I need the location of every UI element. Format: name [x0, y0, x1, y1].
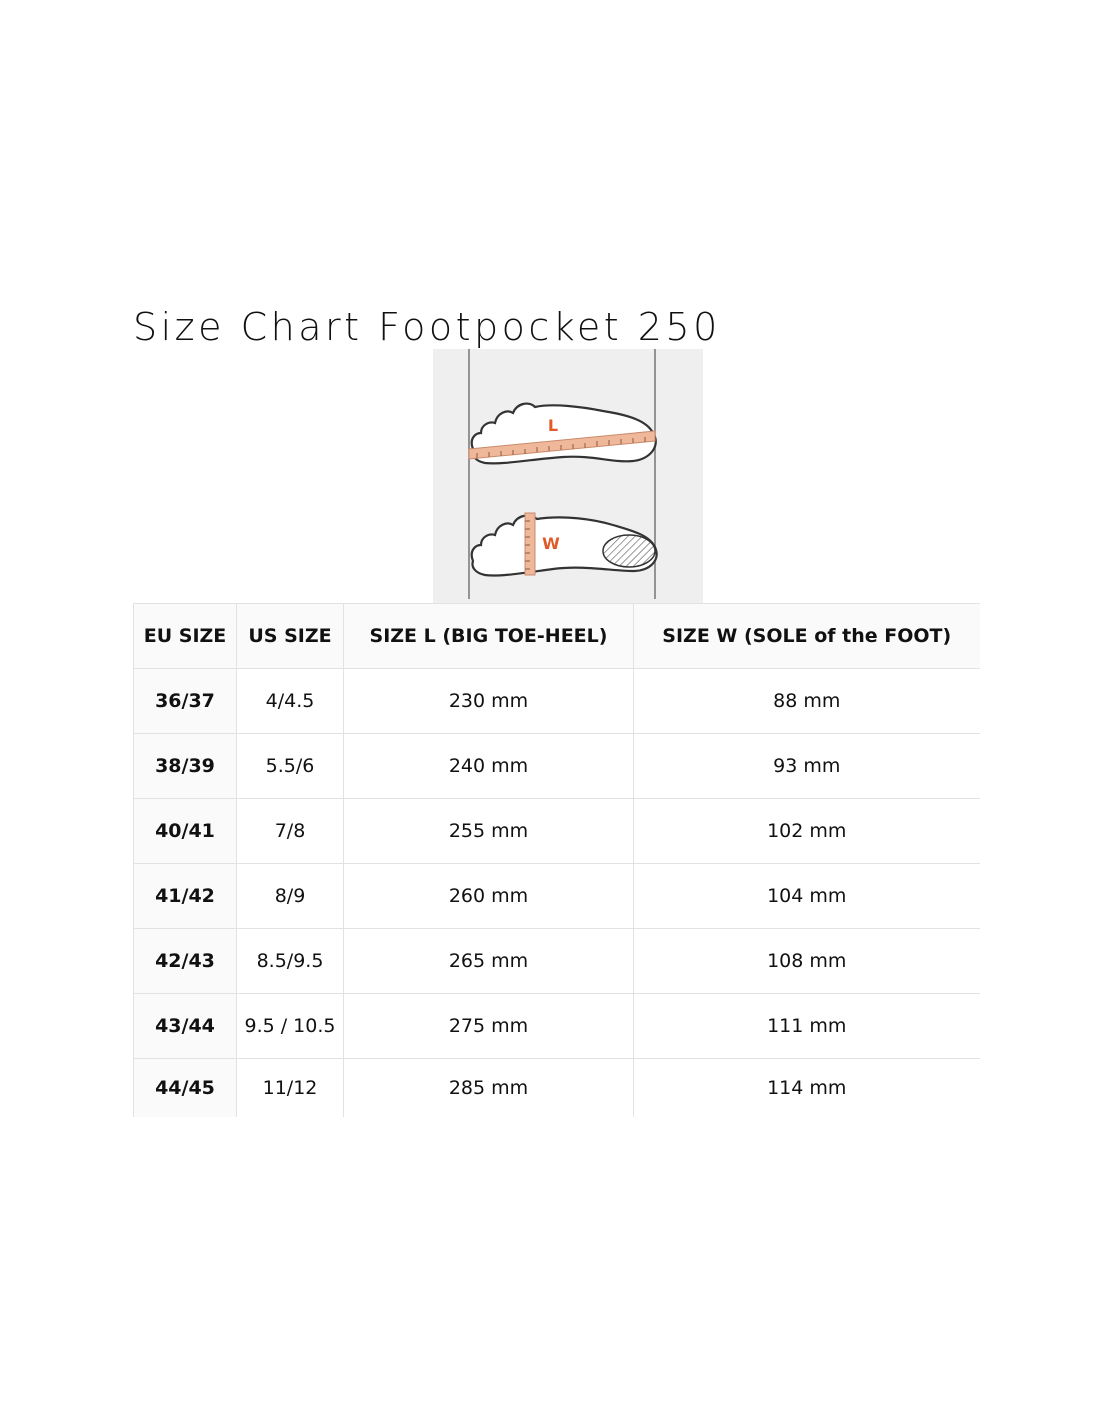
table-header-row: EU SIZE US SIZE SIZE L (BIG TOE-HEEL) SI…	[133, 603, 980, 669]
table-row: 43/44 9.5 / 10.5 275 mm 111 mm	[133, 993, 980, 1059]
size-l-cell: 265 mm	[343, 928, 634, 994]
size-l-cell: 255 mm	[343, 798, 634, 864]
eu-size-cell: 44/45	[133, 1058, 237, 1117]
us-size-cell: 5.5/6	[236, 733, 344, 799]
eu-size-cell: 42/43	[133, 928, 237, 994]
us-size-cell: 7/8	[236, 798, 344, 864]
page-title: Size Chart Footpocket 250	[133, 305, 721, 349]
header-us-size: US SIZE	[236, 603, 344, 669]
size-w-cell: 102 mm	[633, 798, 980, 864]
size-w-cell: 93 mm	[633, 733, 980, 799]
size-w-cell: 104 mm	[633, 863, 980, 929]
size-l-cell: 230 mm	[343, 668, 634, 734]
size-w-cell: 88 mm	[633, 668, 980, 734]
width-ruler	[524, 512, 536, 576]
width-label: W	[542, 534, 560, 553]
table-row: 40/41 7/8 255 mm 102 mm	[133, 798, 980, 864]
table-row: 38/39 5.5/6 240 mm 93 mm	[133, 733, 980, 799]
table-row: 42/43 8.5/9.5 265 mm 108 mm	[133, 928, 980, 994]
size-w-cell: 108 mm	[633, 928, 980, 994]
table-row: 36/37 4/4.5 230 mm 88 mm	[133, 668, 980, 734]
size-l-cell: 285 mm	[343, 1058, 634, 1117]
size-chart-table: EU SIZE US SIZE SIZE L (BIG TOE-HEEL) SI…	[133, 603, 980, 1117]
header-size-l: SIZE L (BIG TOE-HEEL)	[343, 603, 634, 669]
size-l-cell: 260 mm	[343, 863, 634, 929]
heel-hatch-area	[602, 534, 656, 568]
eu-size-cell: 36/37	[133, 668, 237, 734]
us-size-cell: 4/4.5	[236, 668, 344, 734]
foot-length-outline: L	[468, 402, 657, 465]
foot-measurement-illustration: L W	[468, 349, 658, 599]
eu-size-cell: 43/44	[133, 993, 237, 1059]
foot-measurement-diagram: L W	[433, 349, 703, 603]
us-size-cell: 8/9	[236, 863, 344, 929]
length-label: L	[548, 416, 558, 435]
eu-size-cell: 40/41	[133, 798, 237, 864]
header-eu-size: EU SIZE	[133, 603, 237, 669]
header-size-w: SIZE W (SOLE of the FOOT)	[633, 603, 980, 669]
size-w-cell: 111 mm	[633, 993, 980, 1059]
table-row: 41/42 8/9 260 mm 104 mm	[133, 863, 980, 929]
foot-width-outline: W	[470, 512, 658, 577]
us-size-cell: 9.5 / 10.5	[236, 993, 344, 1059]
eu-size-cell: 38/39	[133, 733, 237, 799]
eu-size-cell: 41/42	[133, 863, 237, 929]
size-l-cell: 275 mm	[343, 993, 634, 1059]
us-size-cell: 8.5/9.5	[236, 928, 344, 994]
size-w-cell: 114 mm	[767, 1077, 847, 1099]
us-size-cell: 11/12	[236, 1058, 344, 1117]
size-l-cell: 240 mm	[343, 733, 634, 799]
table-row: 44/45 11/12 285 mm 114 mm	[133, 1058, 980, 1117]
